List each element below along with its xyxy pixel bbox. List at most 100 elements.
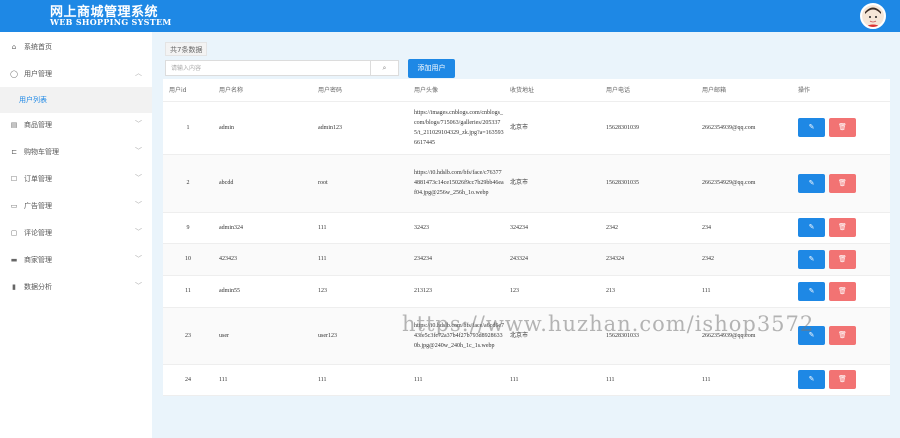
column-header-id[interactable]: 用户id bbox=[163, 79, 213, 102]
sidebar-subitem-label: 用户列表 bbox=[19, 96, 47, 104]
cell-avatar: https://i0.hdslb.com/bfs/face/c763774881… bbox=[408, 154, 504, 213]
cell-phone: 15628301033 bbox=[600, 307, 696, 365]
chevron-up-icon: ︿ bbox=[135, 69, 142, 77]
edit-button[interactable]: ✎ bbox=[798, 281, 825, 301]
edit-icon: ✎ bbox=[808, 223, 815, 231]
table-row: 10 423423 111 234234 243324 234324 2342 … bbox=[163, 243, 890, 276]
edit-button[interactable]: ✎ bbox=[798, 370, 825, 389]
edit-icon: ✎ bbox=[808, 375, 815, 383]
cell-email: 111 bbox=[696, 364, 792, 396]
sidebar-item-cart[interactable]: ⊏ 购物车管理 ﹀ bbox=[0, 139, 152, 165]
cell-phone: 234324 bbox=[600, 243, 696, 276]
cell-address: 北京市 bbox=[504, 101, 600, 155]
column-header-email[interactable]: 用户邮箱 bbox=[696, 79, 792, 102]
cell-address: 123 bbox=[504, 275, 600, 308]
app-subtitle: WEB SHOPPING SYSTEM bbox=[50, 17, 172, 27]
cell-address: 324234 bbox=[504, 212, 600, 244]
cell-name: 111 bbox=[213, 364, 312, 396]
search-button[interactable]: ⌕ bbox=[371, 60, 399, 76]
cell-address: 北京市 bbox=[504, 307, 600, 365]
delete-button[interactable]: 🗑 bbox=[829, 281, 856, 301]
cell-avatar: https://i0.hdslb.com/bfs/face/a6cd6e743f… bbox=[408, 307, 504, 365]
avatar-icon bbox=[862, 5, 884, 27]
edit-button[interactable]: ✎ bbox=[798, 218, 825, 237]
sidebar-item-orders[interactable]: ☐ 订单管理 ﹀ bbox=[0, 166, 152, 192]
search-input[interactable] bbox=[166, 61, 366, 75]
add-user-button[interactable]: 添加用户 bbox=[408, 59, 455, 78]
sidebar-item-home[interactable]: ⌂ 系统首页 bbox=[0, 34, 152, 60]
delete-button[interactable]: 🗑 bbox=[829, 326, 856, 345]
sidebar-item-label: 系统首页 bbox=[24, 43, 52, 51]
chevron-down-icon: ﹀ bbox=[135, 174, 142, 182]
cell-name: abcdd bbox=[213, 154, 312, 213]
trash-icon: 🗑 bbox=[838, 254, 847, 263]
cell-password: user123 bbox=[312, 307, 408, 365]
trash-icon: 🗑 bbox=[838, 178, 847, 187]
edit-button[interactable]: ✎ bbox=[798, 326, 825, 345]
delete-button[interactable]: 🗑 bbox=[829, 173, 856, 193]
sidebar-item-label: 评论管理 bbox=[24, 229, 52, 237]
sidebar: ⌂ 系统首页 ◯ 用户管理 ︿ 用户列表 ▤ 商品管理 ﹀ ⊏ 购物车管理 ﹀ … bbox=[0, 32, 152, 438]
cell-actions: ✎ 🗑 bbox=[792, 275, 890, 308]
sidebar-item-label: 购物车管理 bbox=[24, 148, 59, 156]
chevron-down-icon: ﹀ bbox=[135, 228, 142, 236]
cell-password: 123 bbox=[312, 275, 408, 308]
cell-avatar: 213123 bbox=[408, 275, 504, 308]
column-header-avatar[interactable]: 用户头像 bbox=[408, 79, 504, 102]
sidebar-item-label: 商品管理 bbox=[24, 121, 52, 129]
cell-id: 2 bbox=[163, 154, 213, 213]
chevron-down-icon: ﹀ bbox=[135, 255, 142, 263]
sidebar-item-users[interactable]: ◯ 用户管理 ︿ bbox=[0, 61, 152, 87]
table-row: 11 admin55 123 213123 123 213 111 ✎ 🗑 bbox=[163, 275, 890, 308]
column-header-phone[interactable]: 用户电话 bbox=[600, 79, 696, 102]
top-header: 网上商城管理系统 WEB SHOPPING SYSTEM bbox=[0, 0, 900, 32]
delete-button[interactable]: 🗑 bbox=[829, 249, 856, 269]
sidebar-item-stores[interactable]: ▬ 商家管理 ﹀ bbox=[0, 247, 152, 273]
column-header-address[interactable]: 收货地址 bbox=[504, 79, 600, 102]
cell-phone: 213 bbox=[600, 275, 696, 308]
cell-password: 111 bbox=[312, 364, 408, 396]
column-header-password[interactable]: 用户密码 bbox=[312, 79, 408, 102]
cell-id: 24 bbox=[163, 364, 213, 396]
edit-button[interactable]: ✎ bbox=[798, 173, 825, 193]
delete-button[interactable]: 🗑 bbox=[829, 218, 856, 237]
home-icon: ⌂ bbox=[11, 43, 17, 51]
edit-icon: ✎ bbox=[808, 254, 815, 263]
cell-avatar: 32423 bbox=[408, 212, 504, 244]
user-table: 用户id 用户名称 用户密码 用户头像 收货地址 用户电话 用户邮箱 操作 1 … bbox=[163, 79, 890, 396]
edit-icon: ✎ bbox=[808, 123, 815, 131]
cell-actions: ✎ 🗑 bbox=[792, 307, 890, 365]
delete-button[interactable]: 🗑 bbox=[829, 118, 856, 137]
table-row: 24 111 111 111 111 111 111 ✎ 🗑 bbox=[163, 364, 890, 396]
sidebar-subitem-user-list[interactable]: 用户列表 bbox=[0, 87, 152, 113]
cell-email: 2342 bbox=[696, 243, 792, 276]
sidebar-item-analytics[interactable]: ▮ 数据分析 ﹀ bbox=[0, 274, 152, 300]
cell-avatar: https://images.cnblogs.com/cnblogs_com/b… bbox=[408, 101, 504, 155]
record-count-tag: 共7条数据 bbox=[165, 42, 208, 56]
delete-button[interactable]: 🗑 bbox=[829, 370, 856, 389]
sidebar-item-ads[interactable]: ▭ 广告管理 ﹀ bbox=[0, 193, 152, 219]
trash-icon: 🗑 bbox=[838, 331, 847, 339]
sidebar-item-goods[interactable]: ▤ 商品管理 ﹀ bbox=[0, 112, 152, 138]
cell-address: 111 bbox=[504, 364, 600, 396]
chevron-down-icon: ﹀ bbox=[135, 201, 142, 209]
cart-icon: ⊏ bbox=[11, 148, 17, 156]
cell-actions: ✎ 🗑 bbox=[792, 154, 890, 213]
cell-avatar: 234234 bbox=[408, 243, 504, 276]
edit-icon: ✎ bbox=[808, 178, 815, 187]
cell-phone: 111 bbox=[600, 364, 696, 396]
sidebar-item-comments[interactable]: ▢ 评论管理 ﹀ bbox=[0, 220, 152, 246]
user-avatar[interactable] bbox=[860, 3, 886, 29]
comment-icon: ▢ bbox=[10, 229, 18, 237]
column-header-name[interactable]: 用户名称 bbox=[213, 79, 312, 102]
trash-icon: 🗑 bbox=[838, 375, 847, 383]
cell-actions: ✎ 🗑 bbox=[792, 243, 890, 276]
column-header-actions: 操作 bbox=[792, 79, 890, 102]
edit-button[interactable]: ✎ bbox=[798, 118, 825, 137]
chevron-down-icon: ﹀ bbox=[135, 147, 142, 155]
edit-icon: ✎ bbox=[808, 331, 815, 339]
cell-actions: ✎ 🗑 bbox=[792, 101, 890, 155]
store-icon: ▬ bbox=[10, 256, 18, 264]
sidebar-item-label: 订单管理 bbox=[24, 175, 52, 183]
edit-button[interactable]: ✎ bbox=[798, 249, 825, 269]
